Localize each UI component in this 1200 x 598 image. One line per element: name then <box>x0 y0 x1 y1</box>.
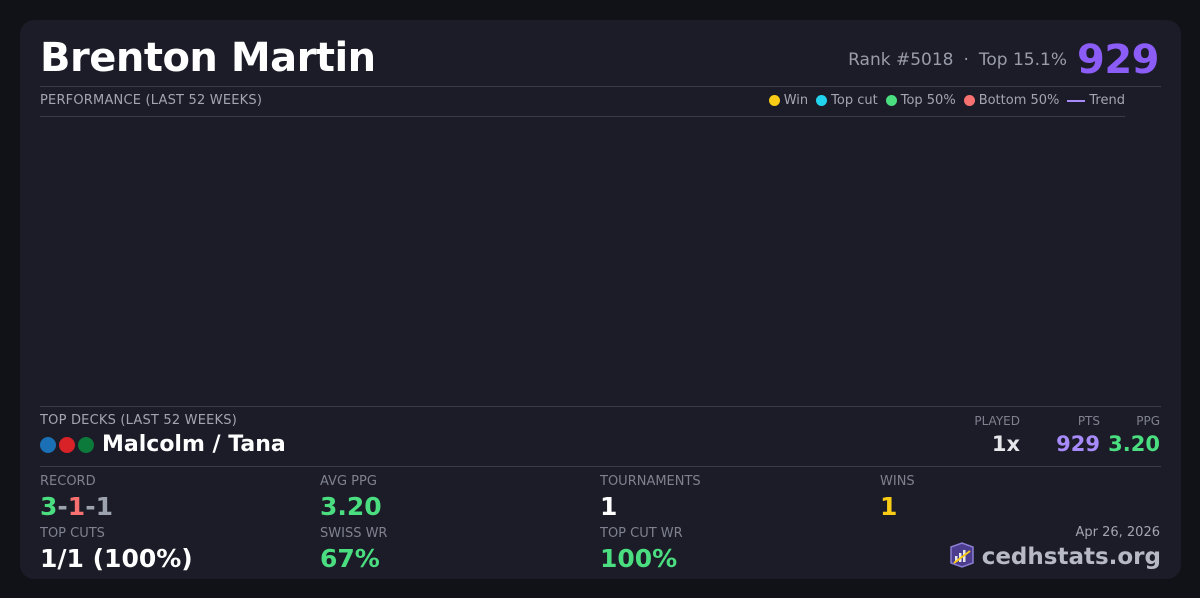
record-wins: 3 <box>40 492 58 521</box>
legend-top-50-marker <box>885 95 897 106</box>
legend-win-label: Win <box>783 93 809 108</box>
swiss-wr-label: SWISS WR <box>320 526 388 541</box>
rank-text: Rank #5018 <box>848 50 954 70</box>
player-card: Brenton Martin Rank #5018 · Top 15.1% 92… <box>20 20 1181 579</box>
top-percent: Top 15.1% <box>978 50 1067 70</box>
tournaments-value: 1 <box>600 492 618 521</box>
performance-chart-area <box>40 117 1125 405</box>
legend-trend-label: Trend <box>1089 93 1125 108</box>
cedhstats-logo-icon <box>948 541 976 573</box>
top-cut-wr-label: TOP CUT WR <box>600 526 683 541</box>
wins-label: WINS <box>880 474 915 489</box>
legend-top-cut-marker <box>816 95 828 106</box>
ppg-column-header: PPG <box>1136 414 1160 428</box>
rank-separator: · <box>963 50 969 70</box>
record-losses: 1 <box>67 492 86 521</box>
record-separator-1: - <box>57 492 68 521</box>
report-date: Apr 26, 2026 <box>1075 525 1160 540</box>
cedhstats-logo-svg <box>949 542 974 568</box>
performance-label: PERFORMANCE (LAST 52 WEEKS) <box>40 93 263 108</box>
swiss-wr-value: 67% <box>320 544 380 573</box>
decks-divider <box>40 406 1161 407</box>
rank-summary: Rank #5018 · Top 15.1% 929 <box>848 40 1159 80</box>
deck-played: 1x <box>991 432 1020 456</box>
legend-bottom-50-label: Bottom 50% <box>978 93 1060 108</box>
tournaments-label: TOURNAMENTS <box>600 474 701 489</box>
stats-divider <box>40 466 1161 467</box>
player-name: Brenton Martin <box>40 35 376 81</box>
header-divider <box>40 86 1161 87</box>
legend-top-50: Top 50% <box>885 93 956 108</box>
pts-column-header: PTS <box>1077 414 1100 428</box>
blue-mana-icon <box>40 436 56 453</box>
rating-value: 929 <box>1077 37 1160 83</box>
legend-bottom-50-marker <box>963 95 975 106</box>
deck-row[interactable]: Malcolm / Tana <box>40 432 286 457</box>
wins-value: 1 <box>880 492 898 521</box>
legend-win-marker <box>768 95 780 106</box>
legend-trend: Trend <box>1067 93 1125 108</box>
top-cut-wr-value: 100% <box>600 544 678 573</box>
record-value: 3-1-1 <box>40 492 113 521</box>
record-draws: 1 <box>95 492 113 521</box>
top-cuts-value: 1/1 (100%) <box>40 544 193 573</box>
legend-bottom-50: Bottom 50% <box>963 93 1060 108</box>
deck-name: Malcolm / Tana <box>102 432 286 457</box>
played-column-header: PLAYED <box>974 414 1020 428</box>
chart-legend: Win Top cut Top 50% Bottom 50% Trend <box>768 93 1125 108</box>
legend-top-50-label: Top 50% <box>900 93 956 108</box>
red-mana-icon <box>59 436 75 453</box>
deck-pts: 929 <box>1056 432 1100 456</box>
site-logo[interactable]: cedhstats.org <box>948 541 1161 573</box>
avg-ppg-label: AVG PPG <box>320 474 377 489</box>
deck-ppg: 3.20 <box>1108 432 1160 456</box>
top-cuts-label: TOP CUTS <box>40 526 105 541</box>
top-decks-label: TOP DECKS (LAST 52 WEEKS) <box>40 413 237 428</box>
legend-win: Win <box>768 93 809 108</box>
green-mana-icon <box>78 436 94 453</box>
avg-ppg-value: 3.20 <box>320 492 382 521</box>
record-separator-2: - <box>85 492 96 521</box>
legend-trend-marker <box>1067 99 1086 102</box>
record-label: RECORD <box>40 474 96 489</box>
legend-top-cut: Top cut <box>816 93 878 108</box>
legend-top-cut-label: Top cut <box>831 93 878 108</box>
site-name: cedhstats.org <box>981 544 1161 570</box>
